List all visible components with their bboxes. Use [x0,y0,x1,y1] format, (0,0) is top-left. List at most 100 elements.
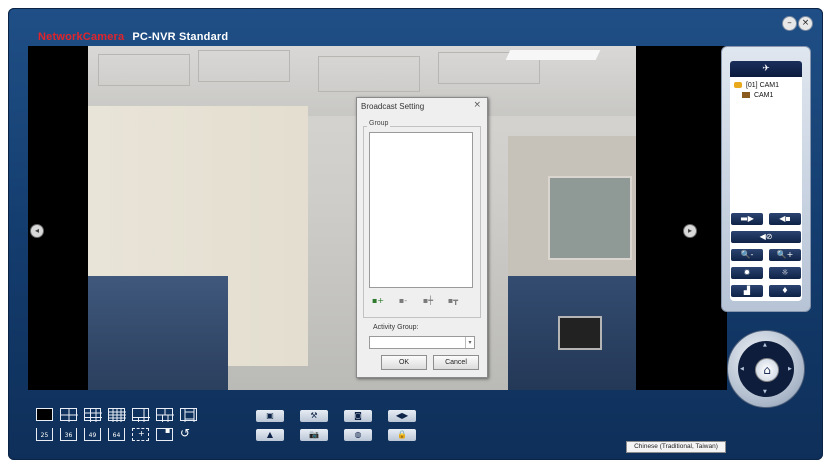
preset-left-icon: ▬▶ [740,214,754,223]
layout-6-button[interactable] [132,408,150,422]
brand-title: NetworkCamera PC-NVR Standard [38,30,228,43]
layout-1-button[interactable] [36,408,53,421]
record-button[interactable]: ◙ [344,410,372,422]
layout-49-button[interactable]: 49 [84,428,101,441]
preset-left-button[interactable]: ▬▶ [731,213,763,225]
activity-group-label: Activity Group: [373,324,419,331]
activity-group-select[interactable]: ▾ [369,336,475,349]
arrow-left-icon[interactable]: ◀ [740,366,744,372]
iris-close-icon: ✹ [743,268,751,277]
arrow-right-icon[interactable]: ▶ [788,366,792,372]
sequence-button[interactable]: ◀▶ [388,410,416,422]
add-member-icon[interactable]: ▪┿ [419,296,437,306]
ceiling-light [505,50,601,60]
grid-9-icon [85,409,102,422]
grid-4-icon [61,409,78,422]
prev-channel-button[interactable]: ◂ [30,224,44,238]
remove-member-icon[interactable]: ▪┳ [444,296,462,306]
dialog-title: Broadcast Setting [361,102,425,111]
fullscreen-icon: + [138,429,145,438]
arrow-up-icon[interactable]: ▲ [763,342,767,348]
layout-4-button[interactable] [60,408,78,422]
layout-25-button[interactable]: 25 [36,428,53,441]
device-tree: [01] CAM1 CAM1 [734,81,779,101]
broadcast-setting-dialog: Broadcast Setting × Group ▪+ ▪- ▪┿ ▪┳ Ac… [356,97,488,378]
grid-8-icon [157,409,174,422]
snapshot-icon: ▣ [266,411,274,420]
minimize-button[interactable]: – [782,16,797,31]
scan-icon: ▟ [743,286,751,295]
brand-primary: NetworkCamera [38,31,125,43]
audio-icon: ▲ [266,430,274,439]
minimize-icon: – [787,18,792,28]
ok-button[interactable]: OK [381,355,427,370]
focus-stop-button[interactable]: ◀⊘ [731,231,801,243]
refresh-icon: ↺ [180,426,191,440]
zoom-in-icon: 🔍+ [776,250,794,259]
preset-right-icon: ◀▪ [779,214,791,223]
cancel-button[interactable]: Cancel [433,355,479,370]
globe-icon: ◍ [354,430,362,439]
chevron-down-icon[interactable]: ▾ [465,337,474,348]
tree-item-cam1[interactable]: CAM1 [734,91,779,101]
layout-64-button[interactable]: 64 [108,428,125,441]
globe-button[interactable]: ◍ [344,429,372,441]
device-list-header[interactable]: ✈ [730,61,802,77]
layout-13-button[interactable] [180,408,197,422]
dialog-close-icon[interactable]: × [473,100,481,110]
iris-close-button[interactable]: ✹ [731,267,763,279]
scan-button[interactable]: ▟ [731,285,763,297]
settings-button[interactable]: ⚒ [300,410,328,422]
ptz-joystick[interactable]: ⌂ ▲ ▼ ◀ ▶ [727,330,805,408]
zoom-out-icon: 🔍- [740,250,754,259]
camera-icon [742,92,750,99]
popup-icon: ▪ [165,426,171,435]
camera-button[interactable]: 📷 [300,429,328,441]
record-icon: ◙ [354,411,362,420]
arrow-right-icon: ▸ [687,226,692,235]
fullscreen-button[interactable]: + [132,428,149,441]
arrow-down-icon[interactable]: ▼ [763,389,767,395]
camera-icon: 📷 [309,430,319,439]
preset-point-button[interactable]: ♦ [769,285,801,297]
layout-9-button[interactable] [84,408,102,422]
preset-right-button[interactable]: ◀▪ [769,213,801,225]
desk-monitor [558,316,602,350]
camera-tree-icon: ✈ [762,64,770,74]
control-panel: ✈ [01] CAM1 CAM1 ▬▶ ◀▪ ◀⊘ 🔍- 🔍+ ✹ ☼ ▟ ♦ [721,46,811,312]
grid-6-icon [133,409,150,422]
focus-stop-icon: ◀⊘ [759,232,773,241]
next-channel-button[interactable]: ▸ [683,224,697,238]
close-button[interactable]: × [798,16,813,31]
tree-child-label: CAM1 [753,92,774,99]
lock-icon: 🔒 [397,430,407,439]
iris-open-icon: ☼ [781,268,789,277]
zoom-out-button[interactable]: 🔍- [731,249,763,261]
layout-36-button[interactable]: 36 [60,428,77,441]
group-list[interactable] [369,132,473,288]
sequence-icon: ◀▶ [395,411,409,420]
brand-secondary: PC-NVR Standard [132,31,229,43]
remove-group-icon[interactable]: ▪- [394,296,412,306]
zoom-in-button[interactable]: 🔍+ [769,249,801,261]
lock-button[interactable]: 🔒 [388,429,416,441]
settings-icon: ⚒ [310,411,318,420]
layout-16-button[interactable] [108,408,126,422]
tree-item-root[interactable]: [01] CAM1 [734,81,779,91]
add-group-icon[interactable]: ▪+ [369,296,387,306]
preset-point-icon: ♦ [781,286,789,295]
audio-button[interactable]: ▲ [256,429,284,441]
grid-16-icon [109,409,126,422]
language-indicator: Chinese (Traditional, Taiwan) [626,441,726,453]
home-icon: ⌂ [763,363,771,377]
grid-13-icon [184,409,195,422]
layout-8-button[interactable] [156,408,174,422]
refresh-button[interactable]: ↺ [180,426,192,440]
snapshot-button[interactable]: ▣ [256,410,284,422]
tree-root-label: [01] CAM1 [745,82,780,89]
popup-window-button[interactable]: ▪ [156,426,173,441]
home-button[interactable]: ⌂ [755,358,779,382]
close-icon: × [801,18,810,28]
group-folder-icon [734,82,742,89]
iris-open-button[interactable]: ☼ [769,267,801,279]
